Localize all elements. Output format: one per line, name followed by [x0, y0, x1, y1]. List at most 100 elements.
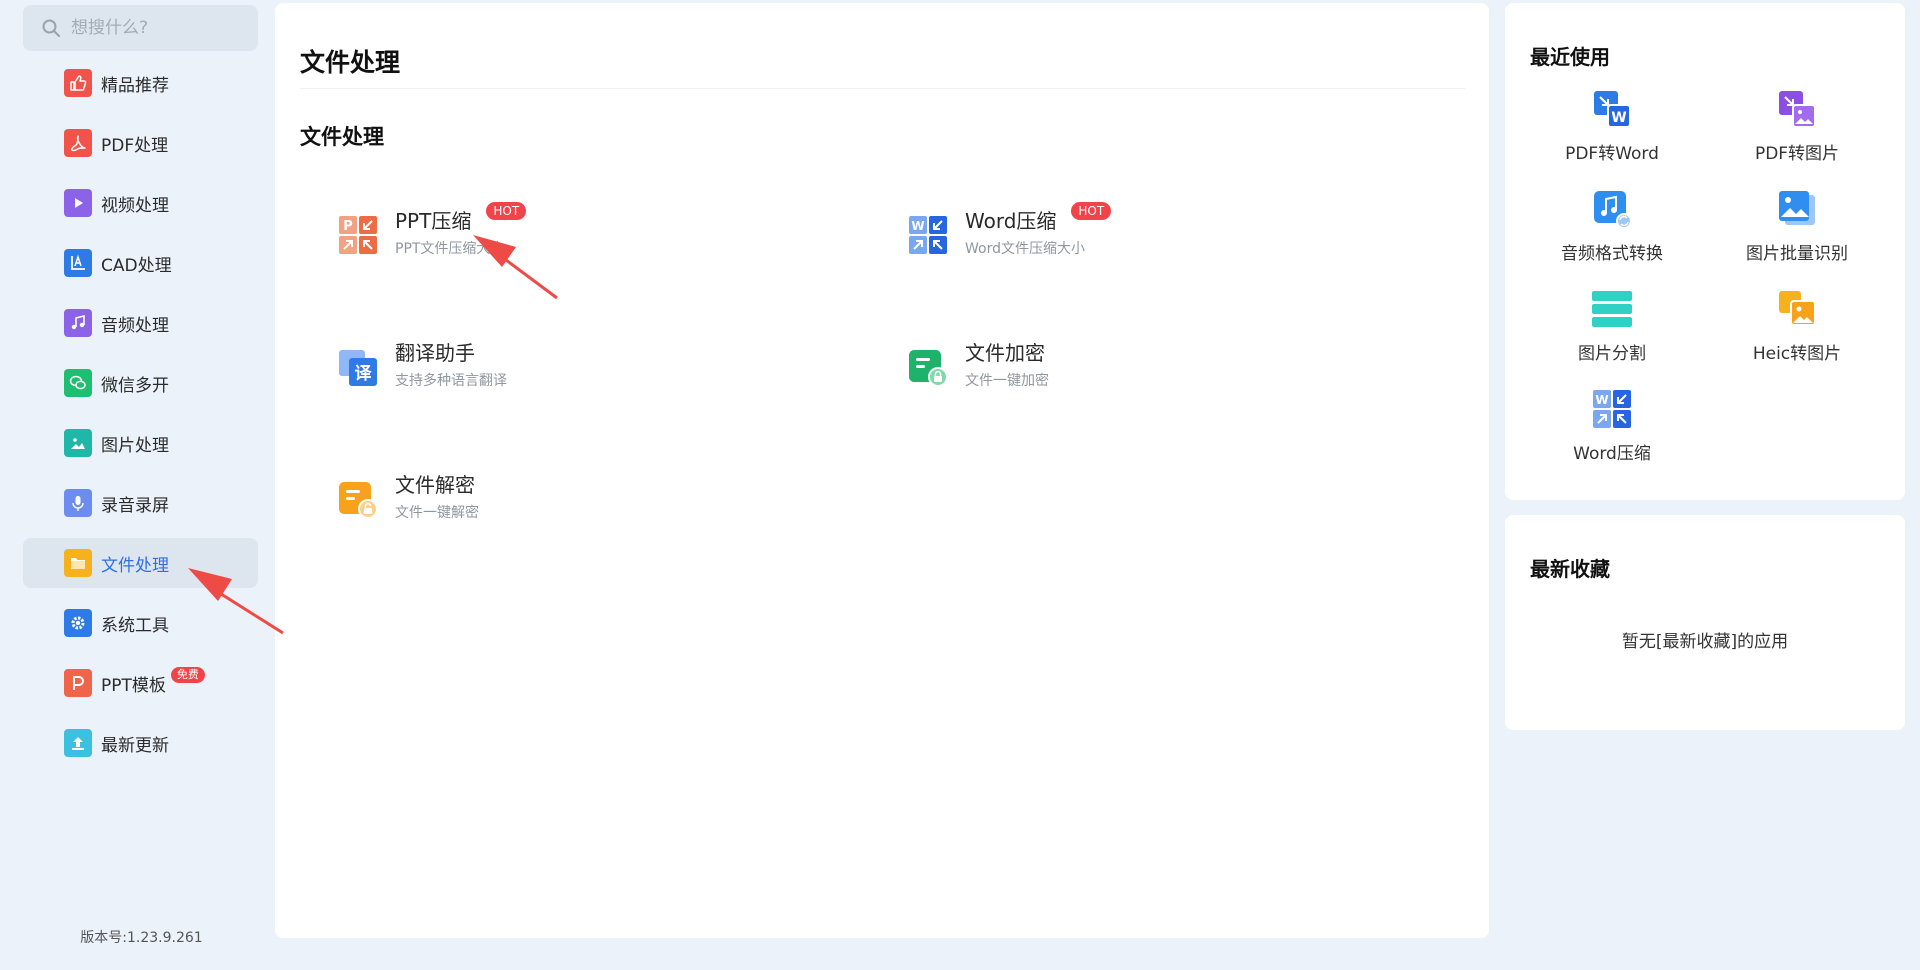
ppt-icon	[64, 669, 92, 697]
hot-badge: HOT	[1071, 202, 1112, 220]
svg-text:译: 译	[355, 364, 373, 384]
svg-text:W: W	[911, 219, 924, 233]
sidebar-item-image[interactable]: 图片处理	[23, 418, 258, 468]
sidebar-item-label: 文件处理	[101, 555, 169, 576]
recent-item-label: 图片批量识别	[1746, 244, 1848, 264]
recent-item-label: Word压缩	[1573, 444, 1651, 464]
tool-file-encrypt[interactable]: 文件加密 文件一键加密	[907, 340, 1347, 410]
tool-ppt-compress[interactable]: P PPT压缩 HOT PPT文件压缩大小	[337, 202, 777, 278]
sidebar-item-video[interactable]: 视频处理	[23, 178, 258, 228]
tool-word-compress[interactable]: W Word压缩 HOT Word文件压缩大小	[907, 202, 1347, 278]
tool-translate[interactable]: 译 翻译助手 支持多种语言翻译	[337, 340, 777, 410]
sidebar-item-cad[interactable]: CAD处理	[23, 238, 258, 288]
image-split-icon	[1592, 291, 1632, 327]
recent-item-image-recognize[interactable]: 图片批量识别	[1717, 187, 1877, 277]
folder-icon	[64, 549, 92, 577]
tool-name: 文件解密	[395, 473, 475, 497]
sidebar-item-label: 精品推荐	[101, 75, 169, 96]
tool-file-decrypt[interactable]: 文件解密 文件一键解密	[337, 472, 777, 542]
sidebar-item-label: 音频处理	[101, 315, 169, 336]
search-input[interactable]	[69, 17, 249, 39]
recent-panel: 最近使用 W PDF转Word PDF转图片 音频格式转换 图片批量识别 图片分…	[1505, 3, 1905, 500]
sidebar-item-label: 录音录屏	[101, 495, 169, 516]
recent-item-pdf-to-image[interactable]: PDF转图片	[1717, 87, 1877, 177]
section-title: 文件处理	[300, 125, 384, 149]
recent-item-audio-convert[interactable]: 音频格式转换	[1532, 187, 1692, 277]
tool-description: 文件一键解密	[395, 505, 479, 521]
ppt-compress-icon: P	[339, 216, 377, 254]
sidebar-item-wechat[interactable]: 微信多开	[23, 358, 258, 408]
heic-to-image-icon	[1779, 291, 1816, 326]
sidebar-item-file[interactable]: 文件处理	[23, 538, 258, 588]
word-compress-icon: W	[1593, 390, 1631, 428]
recent-item-label: PDF转Word	[1565, 144, 1659, 164]
favorites-panel: 最新收藏 暂无[最新收藏]的应用	[1505, 515, 1905, 730]
recent-item-pdf-to-word[interactable]: W PDF转Word	[1532, 87, 1692, 177]
tool-name: 翻译助手	[395, 341, 475, 365]
svg-text:W: W	[1611, 110, 1626, 126]
pdf-to-word-icon: W	[1594, 91, 1631, 128]
recent-item-image-split[interactable]: 图片分割	[1532, 287, 1692, 377]
image-icon	[64, 429, 92, 457]
recent-item-label: PDF转图片	[1754, 144, 1840, 164]
recent-item-word-compress[interactable]: W Word压缩	[1532, 387, 1692, 477]
main-panel: 文件处理 文件处理 P PPT压缩 HOT PPT文件压缩大小 W Word压缩…	[275, 3, 1489, 938]
sidebar-item-label: 图片处理	[101, 435, 169, 456]
recent-item-label: 音频格式转换	[1561, 244, 1663, 264]
gear-icon	[64, 609, 92, 637]
sidebar-item-system[interactable]: 系统工具	[23, 598, 258, 648]
upload-icon	[64, 729, 92, 757]
tool-name: Word压缩	[965, 209, 1057, 233]
cad-icon	[64, 249, 92, 277]
search-box[interactable]	[23, 5, 258, 51]
recent-item-label: Heic转图片	[1752, 344, 1842, 364]
sidebar-item-label: PDF处理	[101, 135, 169, 156]
sidebar-nav: 精品推荐 PDF处理 视频处理 CAD处理 音频处理 微信多开 图片处理 录音录…	[23, 58, 258, 778]
sidebar-item-recording[interactable]: 录音录屏	[23, 478, 258, 528]
tool-description: Word文件压缩大小	[965, 241, 1085, 257]
sidebar: 精品推荐 PDF处理 视频处理 CAD处理 音频处理	[0, 0, 275, 970]
recent-item-heic-to-image[interactable]: Heic转图片	[1717, 287, 1877, 377]
image-recognize-icon	[1779, 191, 1815, 225]
tool-name: 文件加密	[965, 341, 1045, 365]
microphone-icon	[64, 489, 92, 517]
page-title: 文件处理	[300, 48, 401, 77]
sidebar-item-label: 微信多开	[101, 375, 169, 396]
wechat-icon	[64, 369, 92, 397]
sidebar-item-audio[interactable]: 音频处理	[23, 298, 258, 348]
sidebar-item-label: 视频处理	[101, 195, 169, 216]
thumbs-up-icon	[64, 69, 92, 97]
recent-title: 最近使用	[1530, 45, 1610, 69]
sidebar-item-label: 最新更新	[101, 735, 169, 756]
hot-badge: HOT	[486, 202, 527, 220]
sidebar-item-updates[interactable]: 最新更新	[23, 718, 258, 768]
sidebar-item-label: CAD处理	[101, 255, 172, 276]
recent-item-label: 图片分割	[1578, 344, 1646, 364]
tool-description: PPT文件压缩大小	[395, 241, 505, 257]
pdf-icon	[64, 129, 92, 157]
tool-name: PPT压缩	[395, 209, 472, 233]
tool-description: 文件一键加密	[965, 373, 1049, 389]
file-decrypt-icon	[339, 482, 378, 519]
divider	[300, 88, 1465, 89]
tool-description: 支持多种语言翻译	[395, 373, 507, 389]
sidebar-item-label: 系统工具	[101, 615, 169, 636]
sidebar-item-ppt-template[interactable]: PPT模板 免费	[23, 658, 258, 708]
file-encrypt-icon	[909, 350, 948, 387]
translate-icon: 译	[339, 350, 377, 386]
free-badge: 免费	[170, 667, 205, 683]
favorites-title: 最新收藏	[1530, 557, 1610, 581]
search-icon	[42, 19, 60, 37]
pdf-to-image-icon	[1779, 91, 1816, 128]
sidebar-item-recommended[interactable]: 精品推荐	[23, 58, 258, 108]
svg-text:P: P	[343, 219, 353, 234]
word-compress-icon: W	[909, 216, 947, 254]
svg-text:W: W	[1595, 393, 1608, 407]
audio-convert-icon	[1594, 191, 1632, 229]
music-icon	[64, 309, 92, 337]
play-icon	[64, 189, 92, 217]
sidebar-item-pdf[interactable]: PDF处理	[23, 118, 258, 168]
favorites-empty-text: 暂无[最新收藏]的应用	[1621, 632, 1789, 652]
sidebar-item-label: PPT模板	[101, 675, 166, 696]
version-label: 版本号:1.23.9.261	[80, 930, 203, 946]
